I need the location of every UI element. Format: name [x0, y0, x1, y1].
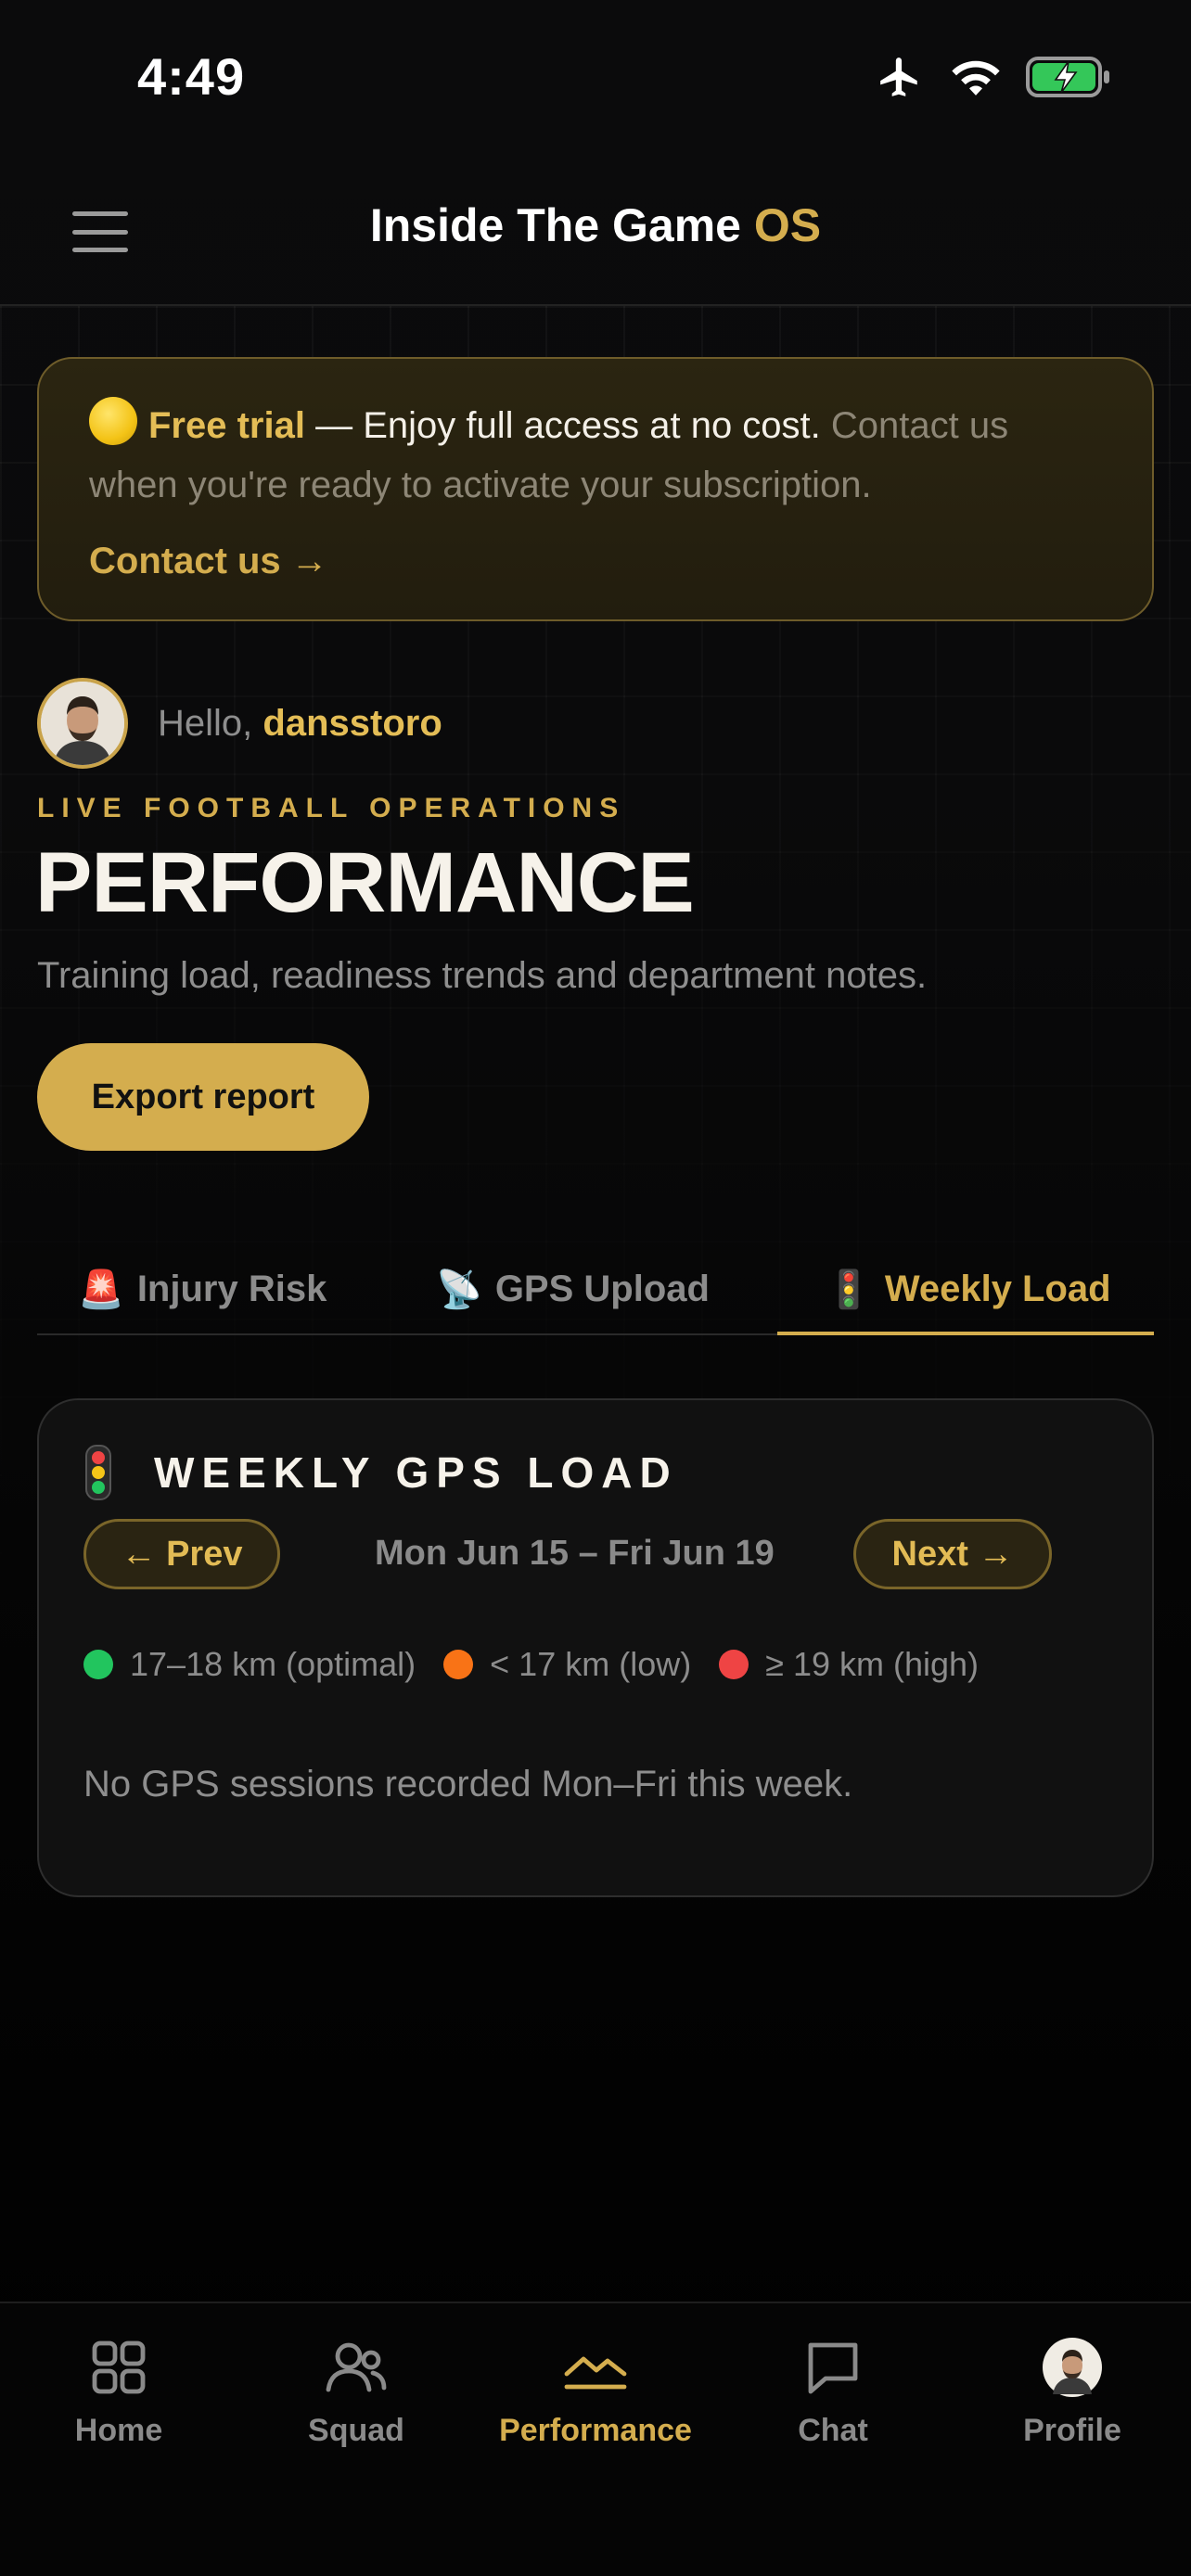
legend-item-high: ≥ 19 km (high) — [719, 1645, 979, 1684]
tab-weekly-load[interactable]: 🚦 Weekly Load — [826, 1243, 1111, 1335]
nav-label: Profile — [1023, 2413, 1121, 2448]
nav-chat[interactable]: Chat — [714, 2303, 952, 2489]
section-eyebrow: LIVE FOOTBALL OPERATIONS — [37, 793, 626, 823]
legend-item-low: < 17 km (low) — [443, 1645, 691, 1684]
status-bar: 4:49 — [0, 0, 1191, 158]
avatar-portrait-icon — [41, 682, 124, 765]
yellow-circle-icon — [89, 397, 137, 445]
greeting-username: dansstoro — [263, 702, 442, 744]
card-header: WEEKLY GPS LOAD — [85, 1445, 678, 1500]
greeting-text: Hello, dansstoro — [158, 703, 442, 745]
legend-label: < 17 km (low) — [490, 1645, 692, 1683]
nav-home[interactable]: Home — [0, 2303, 237, 2489]
free-trial-banner: Free trial — Enjoy full access at no cos… — [37, 357, 1154, 621]
performance-tabs: 🚨 Injury Risk 📡 GPS Upload 🚦 Weekly Load — [37, 1243, 1154, 1335]
orange-dot-icon — [443, 1650, 474, 1679]
trial-highlight: Enjoy full access at no cost. — [363, 405, 821, 446]
status-time: 4:49 — [137, 47, 246, 106]
week-navigation: ← Prev Mon Jun 15 – Fri Jun 19 Next → — [83, 1519, 1104, 1589]
empty-state-message: No GPS sessions recorded Mon–Fri this we… — [83, 1764, 853, 1804]
app-header: Inside The Game OS — [0, 158, 1191, 306]
battery-charging-icon — [1026, 57, 1109, 97]
page-subtitle: Training load, readiness trends and depa… — [37, 955, 928, 996]
legend-item-optimal: 17–18 km (optimal) — [83, 1645, 416, 1684]
next-week-button[interactable]: Next → — [853, 1519, 1052, 1589]
nav-squad[interactable]: Squad — [237, 2303, 475, 2489]
nav-performance[interactable]: Performance — [477, 2303, 714, 2489]
bottom-tab-bar: Home Squad Performance Chat Profile — [0, 2302, 1191, 2576]
week-date-range: Mon Jun 15 – Fri Jun 19 — [375, 1534, 775, 1573]
weekly-gps-load-card: WEEKLY GPS LOAD ← Prev Mon Jun 15 – Fri … — [37, 1398, 1154, 1897]
trial-label: Free trial — [148, 405, 305, 446]
page-title: PERFORMANCE — [35, 835, 695, 930]
nav-profile[interactable]: Profile — [954, 2303, 1191, 2489]
card-title: WEEKLY GPS LOAD — [154, 1448, 678, 1497]
satellite-icon: 📡 — [436, 1269, 482, 1310]
tab-gps-upload[interactable]: 📡 GPS Upload — [436, 1243, 710, 1335]
trial-message: Free trial — Enjoy full access at no cos… — [89, 396, 1102, 515]
app-title: Inside The Game OS — [0, 198, 1191, 252]
traffic-light-icon: 🚦 — [826, 1269, 872, 1310]
tab-label: Injury Risk — [136, 1268, 327, 1309]
tab-label: GPS Upload — [494, 1268, 710, 1309]
nav-label: Squad — [308, 2413, 404, 2448]
legend-label: ≥ 19 km (high) — [765, 1645, 980, 1683]
load-legend: 17–18 km (optimal) < 17 km (low) ≥ 19 km… — [83, 1645, 1006, 1684]
contact-us-link[interactable]: Contact us → — [89, 541, 1102, 582]
green-dot-icon — [83, 1650, 113, 1679]
status-icons — [874, 54, 1111, 100]
user-avatar[interactable] — [37, 678, 128, 769]
tab-label: Weekly Load — [884, 1268, 1111, 1309]
airplane-icon — [880, 57, 917, 96]
traffic-light-icon — [85, 1445, 111, 1500]
users-icon — [324, 2335, 389, 2400]
tab-injury-risk[interactable]: 🚨 Injury Risk — [78, 1243, 327, 1335]
app-screen: 4:49 Inside The Game OS Free trial — Enj… — [0, 0, 1191, 2576]
wifi-icon — [952, 60, 1000, 96]
greeting: Hello, dansstoro — [37, 677, 442, 770]
grid-icon — [86, 2335, 151, 2400]
app-title-main: Inside The Game — [369, 199, 741, 251]
export-report-button[interactable]: Export report — [37, 1043, 369, 1151]
app-title-accent: OS — [753, 199, 822, 251]
nav-label: Home — [74, 2413, 163, 2448]
greeting-prefix: Hello, — [158, 702, 263, 744]
red-dot-icon — [719, 1650, 749, 1679]
siren-icon: 🚨 — [78, 1269, 124, 1310]
prev-week-button[interactable]: ← Prev — [83, 1519, 280, 1589]
legend-label: 17–18 km (optimal) — [130, 1645, 416, 1683]
chat-bubble-icon — [800, 2335, 865, 2400]
avatar-icon — [1040, 2335, 1105, 2400]
trial-dash: — — [304, 405, 364, 446]
nav-label: Chat — [798, 2413, 868, 2448]
active-tab-indicator — [777, 1332, 1154, 1335]
chart-line-icon — [563, 2335, 628, 2400]
nav-label: Performance — [499, 2413, 692, 2448]
